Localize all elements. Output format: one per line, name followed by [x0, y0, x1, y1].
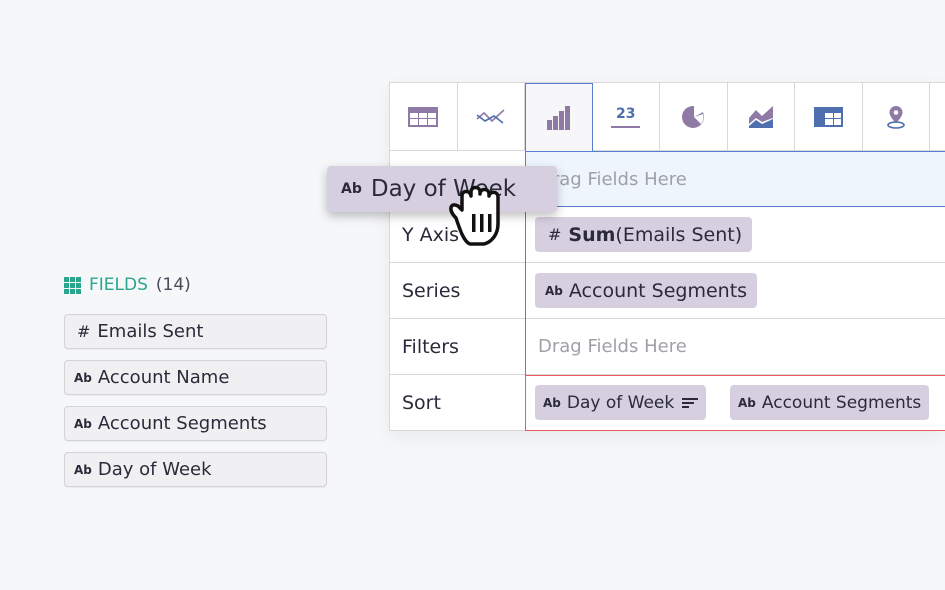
single-value-number: 23 [616, 105, 636, 122]
field-emails-sent[interactable]: # Emails Sent [64, 314, 327, 349]
series-drop-zone[interactable]: Ab Account Segments [525, 263, 945, 319]
field-label: Account Segments [97, 413, 267, 434]
grid-icon [64, 276, 81, 294]
text-type-icon: Ab [543, 395, 561, 410]
text-type-icon: Ab [545, 283, 563, 298]
pie-chart-icon [682, 105, 705, 128]
number-type-icon: # [548, 225, 562, 244]
field-label: Account Name [97, 367, 230, 388]
grab-cursor-icon [449, 185, 500, 246]
chip-field: Day of Week [566, 392, 675, 413]
series-chip[interactable]: Ab Account Segments [535, 273, 758, 308]
sort-chip-account-segments[interactable]: Ab Account Segments [730, 385, 930, 420]
chart-type-bar[interactable] [525, 83, 593, 151]
x-axis-drop-zone[interactable]: Drag Fields Here [525, 151, 945, 207]
bar-chart-icon [546, 105, 570, 130]
chart-type-area[interactable] [727, 83, 795, 151]
chip-field: Account Segments [568, 279, 748, 302]
series-row: Series Ab Account Segments [390, 263, 945, 319]
fields-header: FIELDS (14) [64, 275, 191, 295]
filters-placeholder: Drag Fields Here [538, 336, 687, 357]
chart-type-pivot[interactable] [795, 83, 863, 151]
fields-count: (14) [155, 275, 191, 295]
filters-drop-zone[interactable]: Drag Fields Here [525, 319, 945, 375]
chart-config-panel: 23 Drag Fields Here Y Axis # Sum (Emails S… [389, 82, 945, 431]
field-label: Day of Week [97, 459, 212, 480]
field-label: Emails Sent [97, 321, 204, 342]
sort-chip-day-of-week[interactable]: Ab Day of Week [535, 385, 707, 420]
aggregation: Sum [568, 223, 616, 246]
area-chart-icon [748, 105, 773, 128]
text-type-icon: Ab [74, 462, 92, 477]
chart-type-table[interactable] [390, 83, 458, 151]
table-icon [408, 106, 439, 127]
y-axis-drop-zone[interactable]: # Sum (Emails Sent) [525, 207, 945, 263]
chart-type-pie[interactable] [660, 83, 728, 151]
text-type-icon: Ab [74, 370, 92, 385]
line-chart-icon [476, 108, 505, 124]
map-pin-icon [886, 105, 905, 129]
sort-order-icon[interactable] [682, 397, 699, 409]
field-account-name[interactable]: Ab Account Name [64, 360, 327, 395]
chip-field: Account Segments [761, 392, 922, 413]
pivot-table-icon [813, 106, 843, 127]
filters-label: Filters [402, 336, 459, 358]
single-value-icon: 23 [611, 105, 641, 128]
text-type-icon: Ab [74, 416, 92, 431]
text-type-icon: Ab [341, 181, 362, 197]
chart-type-more[interactable] [930, 83, 945, 151]
field-account-segments[interactable]: Ab Account Segments [64, 406, 327, 441]
chart-type-map[interactable] [862, 83, 930, 151]
y-axis-chip[interactable]: # Sum (Emails Sent) [535, 217, 753, 252]
x-axis-placeholder: Drag Fields Here [538, 169, 687, 190]
sort-row: Sort Ab Day of Week Ab Account Segments [390, 375, 945, 431]
field-day-of-week[interactable]: Ab Day of Week [64, 452, 327, 487]
chart-type-bar: 23 [390, 83, 945, 151]
fields-title: FIELDS [89, 275, 148, 295]
chart-type-line[interactable] [457, 83, 525, 151]
sort-drop-zone[interactable]: Ab Day of Week Ab Account Segments [525, 375, 945, 431]
number-type-icon: # [77, 322, 91, 341]
series-label: Series [402, 280, 461, 302]
sort-label: Sort [402, 392, 441, 414]
chart-type-single-value[interactable]: 23 [592, 83, 660, 151]
filters-row: Filters Drag Fields Here [390, 319, 945, 375]
chip-field: (Emails Sent) [615, 223, 743, 246]
text-type-icon: Ab [738, 395, 756, 410]
